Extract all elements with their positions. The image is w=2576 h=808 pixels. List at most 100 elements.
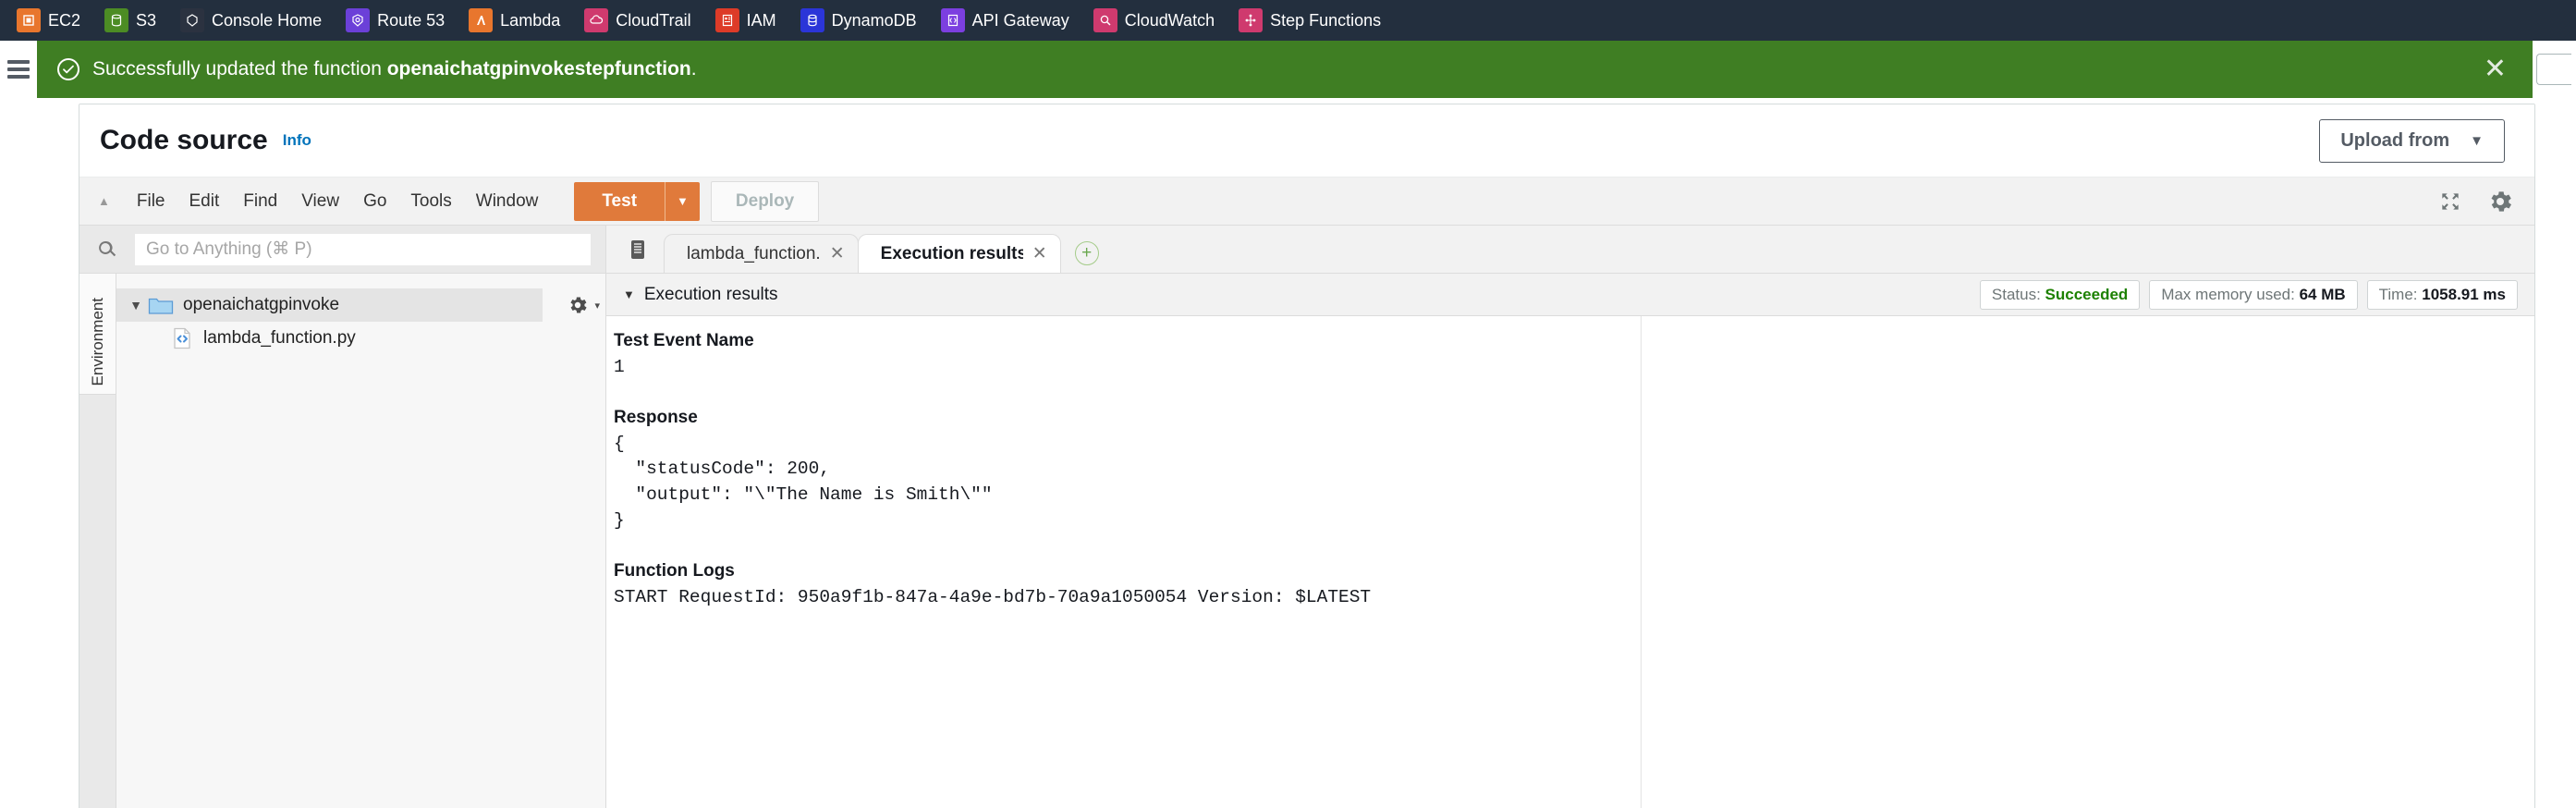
iam-icon [714, 8, 739, 32]
tab-list-icon[interactable] [619, 238, 664, 273]
service-bookmark[interactable]: S3 [104, 8, 156, 32]
logs-side-pane [1642, 316, 2534, 808]
page-below-banner: Code source Info Upload from ▼ ▲ File Ed… [0, 98, 2576, 808]
dynamodb-icon [800, 8, 824, 32]
chevron-down-icon[interactable]: ▼ [124, 298, 148, 312]
execution-output-pane[interactable]: Test Event Name 1 Response { "statusCode… [606, 316, 1642, 808]
service-bookmark[interactable]: CloudWatch [1093, 8, 1215, 32]
test-dropdown-caret-icon[interactable]: ▼ [665, 181, 700, 221]
folder-icon [148, 295, 174, 315]
close-icon[interactable]: ✕ [830, 243, 845, 264]
execution-results-title: Execution results [643, 284, 778, 304]
menu-edit[interactable]: Edit [177, 186, 232, 217]
search-input[interactable] [135, 233, 591, 265]
execution-results-header: ▼ Execution results Status: Succeeded Ma… [606, 274, 2534, 316]
flash-banner-row: Successfully updated the function openai… [0, 41, 2576, 98]
search-icon [96, 239, 118, 261]
banner-right-gutter [2533, 41, 2576, 98]
fullscreen-icon[interactable] [2438, 190, 2462, 214]
gear-icon[interactable] [2486, 188, 2514, 215]
menu-file[interactable]: File [125, 186, 177, 217]
environment-tab-strip [79, 394, 116, 808]
tab-label: Execution results [880, 243, 1023, 263]
ec2-icon [17, 8, 41, 32]
ide-menubar-actions [2438, 188, 2534, 215]
service-label: CloudTrail [616, 10, 691, 30]
flash-message-prefix: Successfully updated the function [92, 58, 387, 80]
chevron-down-icon[interactable]: ▾ [594, 300, 600, 312]
file-tree: ▼ openaichatgpinvoke ▾ lambda_function.p… [116, 274, 605, 808]
ide-main: Environment ▼ openaichatgpinvoke [79, 226, 2534, 808]
flash-message: Successfully updated the function openai… [92, 58, 697, 80]
add-tab-button[interactable]: + [1074, 241, 1099, 265]
memory-badge-label: Max memory used: [2161, 285, 2300, 303]
service-label: Lambda [500, 10, 561, 30]
upload-from-label: Upload from [2340, 129, 2450, 151]
time-badge-value: 1058.91 ms [2422, 285, 2506, 303]
close-icon[interactable]: ✕ [2474, 50, 2516, 89]
service-bookmark[interactable]: IAM [714, 8, 776, 32]
service-bookmark[interactable]: EC2 [17, 8, 80, 32]
memory-badge-value: 64 MB [2299, 285, 2346, 303]
aws-services-bar: EC2 S3 Console Home Route 53 Lambda Clou… [0, 0, 2576, 41]
service-bookmark[interactable]: DynamoDB [800, 8, 917, 32]
environment-tab[interactable]: Environment [79, 274, 116, 808]
service-label: IAM [746, 10, 776, 30]
hamburger-menu-cell [0, 41, 37, 98]
hamburger-menu-icon[interactable] [7, 56, 30, 82]
partial-pill-decoration [2536, 54, 2571, 85]
explorer-panel: Environment ▼ openaichatgpinvoke [79, 226, 606, 808]
response-body: { "statusCode": 200, "output": "\"The Na… [614, 433, 993, 531]
service-bookmark[interactable]: Lambda [469, 8, 560, 32]
deploy-button[interactable]: Deploy [710, 180, 820, 222]
service-label: EC2 [48, 10, 81, 30]
info-link[interactable]: Info [283, 131, 311, 150]
service-bookmark[interactable]: CloudTrail [584, 8, 691, 32]
cloudwatch-icon [1093, 8, 1117, 32]
tree-folder-row[interactable]: ▼ openaichatgpinvoke ▾ [116, 288, 600, 322]
collapse-caret-icon[interactable]: ▲ [92, 194, 125, 208]
menu-view[interactable]: View [289, 186, 351, 217]
function-logs-line: START RequestId: 950a9f1b-847a-4a9e-bd7b… [614, 586, 1372, 607]
close-icon[interactable]: ✕ [1032, 243, 1047, 264]
response-heading: Response [614, 408, 698, 428]
menu-go[interactable]: Go [351, 186, 398, 217]
tab-lambda-function[interactable]: lambda_function. ✕ [664, 234, 859, 273]
page-body: Code source Info Upload from ▼ ▲ File Ed… [37, 98, 2576, 808]
status-badge-label: Status: [1991, 285, 2045, 303]
execution-results-body: Test Event Name 1 Response { "statusCode… [606, 316, 2534, 808]
tree-folder-label: openaichatgpinvoke [183, 295, 340, 314]
tree-file-row[interactable]: lambda_function.py [116, 322, 605, 355]
service-bookmark[interactable]: Route 53 [346, 8, 445, 32]
service-label: API Gateway [971, 10, 1069, 30]
chevron-down-icon[interactable]: ▼ [623, 288, 635, 301]
service-label: DynamoDB [831, 10, 917, 30]
s3-icon [104, 8, 129, 32]
service-label: Console Home [212, 10, 323, 30]
ide-menubar: ▲ File Edit Find View Go Tools Window Te… [79, 178, 2534, 226]
upload-from-button[interactable]: Upload from ▼ [2319, 118, 2505, 163]
code-source-header: Code source Info Upload from ▼ [79, 104, 2534, 177]
menu-tools[interactable]: Tools [398, 186, 463, 217]
editor-column: lambda_function. ✕ Execution results ✕ +… [606, 226, 2534, 808]
tab-execution-results[interactable]: Execution results ✕ [857, 234, 1061, 273]
service-bookmark[interactable]: Step Functions [1239, 8, 1381, 32]
tree-file-label: lambda_function.py [203, 328, 356, 348]
python-file-icon [170, 326, 194, 350]
folder-actions[interactable]: ▾ [567, 294, 600, 316]
cloud9-ide: ▲ File Edit Find View Go Tools Window Te… [79, 177, 2534, 808]
service-label: CloudWatch [1124, 10, 1215, 30]
time-badge-label: Time: [2378, 285, 2423, 303]
explorer-search-bar [79, 226, 605, 274]
step-functions-icon [1239, 8, 1264, 32]
service-bookmark[interactable]: API Gateway [940, 8, 1069, 32]
flash-message-suffix: . [690, 58, 697, 80]
memory-badge: Max memory used: 64 MB [2149, 279, 2358, 310]
test-event-name-value: 1 [614, 356, 625, 377]
service-bookmark[interactable]: Console Home [180, 8, 322, 32]
menu-window[interactable]: Window [464, 186, 551, 217]
editor-tabbar: lambda_function. ✕ Execution results ✕ + [606, 226, 2534, 274]
test-button[interactable]: Test [574, 181, 665, 221]
menu-find[interactable]: Find [231, 186, 289, 217]
flash-function-name: openaichatgpinvokestepfunction [386, 58, 691, 80]
